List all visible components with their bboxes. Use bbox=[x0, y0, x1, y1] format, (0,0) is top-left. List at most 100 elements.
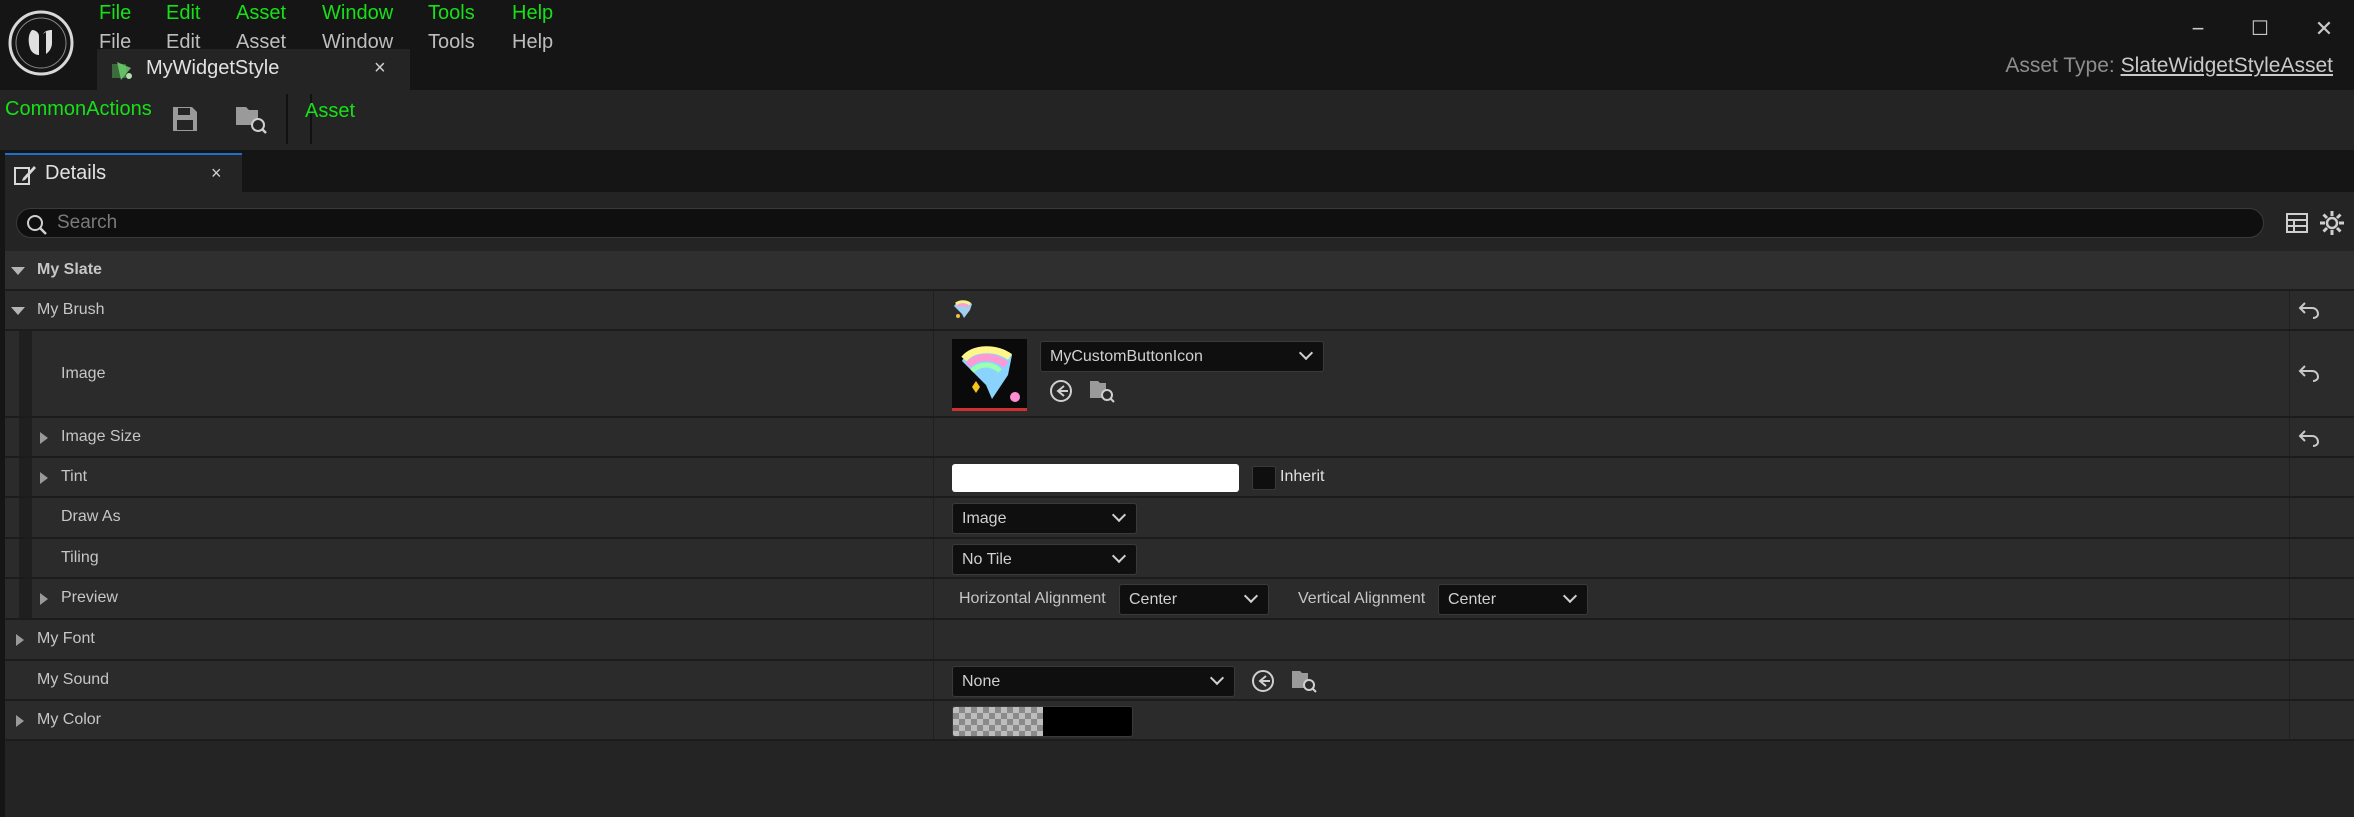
browse-to-asset-icon[interactable] bbox=[234, 103, 268, 135]
indent-guide bbox=[19, 579, 32, 618]
vertical-alignment-dropdown[interactable]: Center bbox=[1438, 584, 1588, 615]
property-row-my-color[interactable]: My Color bbox=[5, 701, 2354, 741]
property-label: Tiling bbox=[61, 549, 99, 566]
document-tab[interactable]: MyWidgetStyle × bbox=[97, 49, 410, 90]
reset-arrow-icon[interactable] bbox=[2298, 300, 2320, 320]
asset-type-link[interactable]: SlateWidgetStyleAsset bbox=[2121, 54, 2333, 77]
browse-to-asset-icon[interactable] bbox=[1290, 668, 1318, 694]
property-row-my-sound[interactable]: My Sound None bbox=[5, 661, 2354, 701]
horizontal-alignment-value: Center bbox=[1129, 591, 1178, 608]
tint-color-swatch[interactable] bbox=[952, 464, 1239, 492]
column-separator bbox=[2289, 291, 2290, 329]
indent-guide bbox=[19, 539, 32, 577]
browse-to-asset-icon[interactable] bbox=[1088, 378, 1116, 404]
tiling-dropdown[interactable]: No Tile bbox=[952, 544, 1137, 575]
vertical-alignment-value: Center bbox=[1448, 591, 1497, 608]
property-label: My Color bbox=[37, 711, 102, 728]
indent-guide bbox=[19, 498, 32, 537]
column-separator bbox=[933, 661, 934, 699]
vertical-alignment-label: Vertical Alignment bbox=[1298, 590, 1426, 607]
indent-guide bbox=[19, 418, 32, 456]
property-row-tint[interactable]: Tint Inherit bbox=[5, 458, 2354, 498]
details-tab[interactable]: Details × bbox=[5, 153, 242, 192]
property-label: Draw As bbox=[61, 508, 121, 525]
my-sound-asset-picker[interactable]: None bbox=[952, 666, 1235, 697]
unreal-engine-logo-icon[interactable] bbox=[6, 8, 76, 78]
column-separator bbox=[2289, 458, 2290, 496]
asset-type-label: Asset Type: bbox=[2005, 54, 2115, 77]
indent-guide bbox=[19, 331, 32, 416]
menu-window[interactable]: Window bbox=[322, 2, 393, 25]
chevron-down-icon bbox=[1298, 345, 1314, 361]
menu-tools[interactable]: Tools bbox=[428, 2, 475, 25]
details-tab-close-icon[interactable]: × bbox=[211, 163, 222, 184]
collapse-arrow-icon[interactable] bbox=[11, 307, 25, 315]
category-my-slate[interactable]: My Slate bbox=[5, 251, 2354, 291]
table-view-icon[interactable] bbox=[2285, 211, 2309, 235]
horizontal-alignment-label: Horizontal Alignment bbox=[959, 590, 1106, 607]
category-label: My Slate bbox=[37, 261, 102, 278]
search-box[interactable] bbox=[16, 208, 2264, 238]
details-tab-title: Details bbox=[45, 162, 107, 184]
reset-arrow-icon[interactable] bbox=[2298, 428, 2320, 448]
tiling-value: No Tile bbox=[962, 551, 1012, 568]
image-preview-icon bbox=[961, 346, 1020, 402]
collapse-arrow-icon[interactable] bbox=[11, 267, 25, 275]
draw-as-dropdown[interactable]: Image bbox=[952, 503, 1137, 534]
column-separator bbox=[933, 579, 934, 618]
column-separator bbox=[933, 418, 934, 456]
image-asset-picker[interactable]: MyCustomButtonIcon bbox=[1040, 341, 1324, 372]
use-selected-icon[interactable] bbox=[1250, 668, 1276, 694]
horizontal-alignment-dropdown[interactable]: Center bbox=[1119, 584, 1269, 615]
menu-tools-secondary[interactable]: Tools bbox=[428, 31, 475, 54]
expand-arrow-icon[interactable] bbox=[16, 634, 24, 646]
expand-arrow-icon[interactable] bbox=[40, 432, 48, 444]
property-label: Image bbox=[61, 365, 106, 382]
column-separator bbox=[933, 458, 934, 496]
menu-help-secondary[interactable]: Help bbox=[512, 31, 553, 54]
property-row-my-brush[interactable]: My Brush bbox=[5, 291, 2354, 331]
my-color-swatch[interactable] bbox=[952, 706, 1133, 737]
details-tab-strip bbox=[0, 150, 2354, 192]
document-tab-close-icon[interactable]: × bbox=[374, 57, 386, 80]
close-window-button[interactable]: ✕ bbox=[2309, 14, 2339, 44]
alpha-checker-preview bbox=[953, 707, 1043, 736]
search-input[interactable] bbox=[57, 211, 2247, 235]
column-separator bbox=[2289, 539, 2290, 577]
minimize-button[interactable]: − bbox=[2183, 14, 2213, 44]
image-thumbnail[interactable] bbox=[952, 339, 1027, 411]
menu-file[interactable]: File bbox=[99, 2, 131, 25]
property-label: My Font bbox=[37, 630, 95, 647]
details-pencil-icon bbox=[14, 166, 36, 185]
expand-arrow-icon[interactable] bbox=[40, 472, 48, 484]
property-row-image-size[interactable]: Image Size bbox=[5, 418, 2354, 458]
expand-arrow-icon[interactable] bbox=[40, 593, 48, 605]
column-separator bbox=[933, 291, 934, 329]
use-selected-icon[interactable] bbox=[1048, 378, 1074, 404]
gear-icon[interactable] bbox=[2319, 210, 2345, 236]
property-row-tiling[interactable]: Tiling No Tile bbox=[5, 539, 2354, 579]
save-icon[interactable] bbox=[170, 104, 200, 134]
property-row-image[interactable]: Image MyCustomButtonIcon bbox=[5, 331, 2354, 418]
menu-edit[interactable]: Edit bbox=[166, 2, 200, 25]
reset-arrow-icon[interactable] bbox=[2298, 363, 2320, 383]
toolbar-separator bbox=[286, 94, 288, 144]
menu-help[interactable]: Help bbox=[512, 2, 553, 25]
column-separator bbox=[2289, 620, 2290, 659]
property-label: Preview bbox=[61, 589, 118, 606]
expand-arrow-icon[interactable] bbox=[16, 715, 24, 727]
asset-section-label: Asset bbox=[305, 100, 356, 122]
column-separator bbox=[933, 498, 934, 537]
property-label: My Brush bbox=[37, 301, 105, 318]
common-actions-label: CommonActions bbox=[5, 98, 152, 120]
document-tab-title: MyWidgetStyle bbox=[146, 57, 280, 79]
property-row-my-font[interactable]: My Font bbox=[5, 620, 2354, 661]
menu-asset[interactable]: Asset bbox=[236, 2, 286, 25]
asset-type-indicator: Asset Type: SlateWidgetStyleAsset bbox=[2005, 54, 2333, 78]
property-row-draw-as[interactable]: Draw As Image bbox=[5, 498, 2354, 539]
property-label: Image Size bbox=[61, 428, 142, 445]
maximize-button[interactable]: ☐ bbox=[2245, 14, 2275, 44]
inherit-checkbox[interactable] bbox=[1252, 466, 1276, 490]
property-row-preview[interactable]: Preview Horizontal Alignment Center Vert… bbox=[5, 579, 2354, 620]
my-sound-value: None bbox=[962, 673, 1001, 690]
